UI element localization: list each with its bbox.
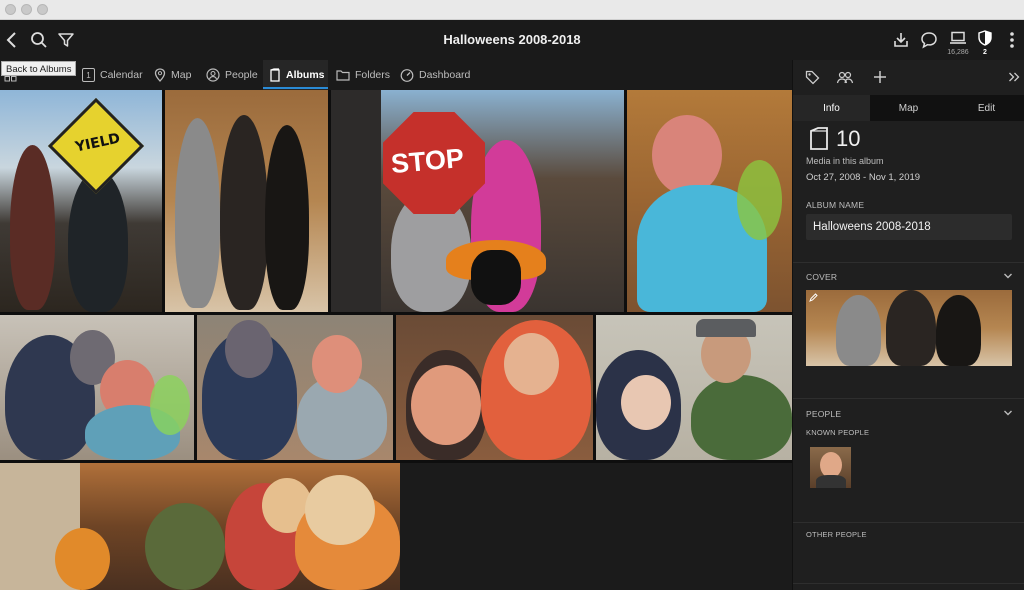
tab-albums-label: Albums: [286, 69, 325, 81]
tags-button[interactable]: [800, 65, 824, 89]
tab-map[interactable]: Map: [154, 60, 198, 90]
tab-dashboard-label: Dashboard: [419, 69, 471, 81]
photo-thumbnail[interactable]: [627, 90, 792, 312]
laptop-icon: [950, 31, 966, 44]
tab-calendar-label: Calendar: [100, 69, 143, 81]
album-icon: [810, 127, 828, 150]
panel-tab-map[interactable]: Map: [870, 95, 947, 121]
chevron-down-icon[interactable]: [1003, 272, 1013, 280]
divider: [793, 583, 1024, 584]
album-name-label: ALBUM NAME: [806, 200, 865, 210]
tab-albums[interactable]: Albums: [263, 60, 328, 90]
photo-thumbnail[interactable]: [0, 463, 400, 590]
photo-thumbnail[interactable]: [197, 315, 393, 460]
media-count: 10: [836, 126, 861, 151]
window-titlebar: [0, 0, 1024, 20]
people-label: PEOPLE: [806, 409, 842, 419]
tab-folders[interactable]: Folders: [336, 60, 392, 90]
tab-folders-label: Folders: [355, 69, 391, 81]
collapse-panel-button[interactable]: [1002, 65, 1024, 89]
tab-calendar[interactable]: 1 Calendar: [82, 60, 144, 90]
back-tooltip: Back to Albums: [1, 61, 77, 76]
grid-empty-space: [400, 463, 792, 590]
library-button[interactable]: [946, 26, 970, 50]
tag-icon: [805, 70, 819, 84]
calendar-icon: 1: [82, 68, 95, 82]
panel-tab-info[interactable]: Info: [793, 95, 870, 121]
album-name-value: Halloweens 2008-2018: [813, 221, 931, 233]
privacy-button[interactable]: [973, 26, 997, 50]
import-button[interactable]: [889, 28, 913, 52]
other-people-label: OTHER PEOPLE: [806, 530, 867, 539]
double-chevron-right-icon: [1009, 72, 1020, 82]
panel-tab-bar: Info Map Edit: [793, 95, 1024, 121]
tab-dashboard[interactable]: Dashboard: [400, 60, 470, 90]
more-menu-button[interactable]: [1000, 28, 1024, 52]
known-people-label: KNOWN PEOPLE: [806, 428, 870, 437]
add-button[interactable]: [868, 65, 892, 89]
album-icon: [270, 68, 280, 82]
photo-thumbnail[interactable]: STOP: [331, 90, 624, 312]
tab-people[interactable]: People: [206, 60, 258, 90]
media-label: Media in this album: [806, 156, 884, 166]
cover-label: COVER: [806, 272, 838, 282]
chat-bubble-icon: [921, 32, 937, 49]
shield-icon: [978, 30, 992, 46]
download-icon: [894, 33, 908, 47]
folder-icon: [336, 70, 350, 81]
known-person-avatar[interactable]: [810, 447, 851, 488]
privacy-badge: 2: [983, 49, 987, 56]
tab-map-label: Map: [171, 69, 192, 81]
person-icon: [206, 68, 220, 82]
plus-icon: [874, 71, 886, 83]
people-button[interactable]: [833, 65, 857, 89]
photo-thumbnail[interactable]: YIELD: [0, 90, 162, 312]
info-panel: Info Map Edit 10 Media in this album Oct…: [792, 60, 1024, 590]
album-name-field[interactable]: Halloweens 2008-2018: [806, 214, 1012, 240]
close-window-button[interactable]: [5, 4, 16, 15]
photo-thumbnail[interactable]: [396, 315, 593, 460]
pencil-icon[interactable]: [809, 293, 818, 302]
divider: [793, 398, 1024, 399]
date-range: Oct 27, 2008 - Nov 1, 2019: [806, 172, 921, 183]
panel-tab-edit[interactable]: Edit: [948, 95, 1024, 121]
photo-thumbnail[interactable]: [165, 90, 328, 312]
nav-tab-bar: 1 Calendar Map People Albums Folders Das…: [0, 60, 792, 90]
divider: [793, 522, 1024, 523]
cover-photo[interactable]: [806, 290, 1012, 366]
minimize-window-button[interactable]: [21, 4, 32, 15]
gauge-icon: [400, 69, 414, 82]
map-pin-icon: [154, 68, 166, 82]
main-toolbar: Halloweens 2008-2018 16,286 2: [0, 20, 1024, 60]
comments-button[interactable]: [917, 28, 941, 52]
photo-grid: YIELD STOP: [0, 90, 792, 590]
photo-thumbnail[interactable]: [596, 315, 792, 460]
library-count: 16,286: [947, 49, 969, 56]
zoom-window-button[interactable]: [37, 4, 48, 15]
window-title: Halloweens 2008-2018: [443, 32, 581, 47]
divider: [793, 262, 1024, 263]
tab-people-label: People: [225, 69, 258, 81]
more-vertical-icon: [1010, 32, 1014, 48]
people-group-icon: [836, 71, 854, 83]
photo-thumbnail[interactable]: [0, 315, 194, 460]
chevron-down-icon[interactable]: [1003, 409, 1013, 417]
